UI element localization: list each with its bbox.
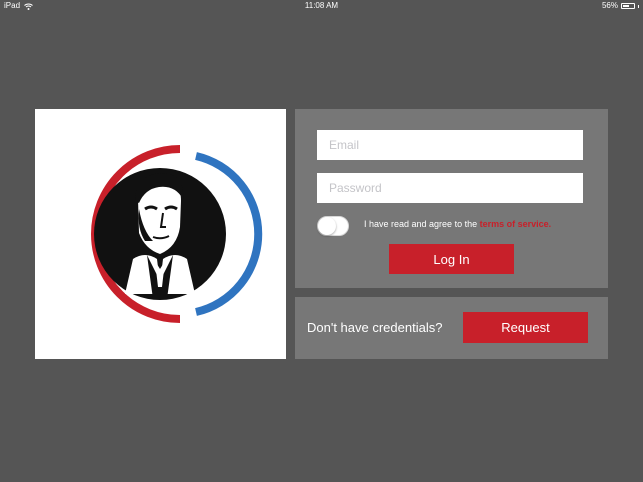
logo-panel <box>35 109 286 359</box>
terms-text: I have read and agree to the terms of se… <box>364 219 551 229</box>
terms-toggle[interactable] <box>317 216 349 236</box>
login-button[interactable]: Log In <box>389 244 514 274</box>
password-field[interactable] <box>317 173 583 203</box>
email-field[interactable] <box>317 130 583 160</box>
login-panel: I have read and agree to the terms of se… <box>295 109 608 288</box>
battery-icon <box>621 3 635 9</box>
status-bar: iPad 11:08 AM 56% <box>0 0 643 12</box>
toggle-knob <box>318 217 336 235</box>
battery-percent: 56% <box>601 1 618 10</box>
request-prompt: Don't have credentials? <box>307 320 443 335</box>
battery-tip <box>638 4 639 8</box>
request-panel: Don't have credentials? Request <box>295 297 608 359</box>
logo-graphic <box>91 145 263 323</box>
request-button[interactable]: Request <box>463 312 588 343</box>
terms-of-service-link[interactable]: terms of service. <box>480 219 552 229</box>
status-time: 11:08 AM <box>304 1 339 10</box>
terms-prefix: I have read and agree to the <box>364 219 480 229</box>
